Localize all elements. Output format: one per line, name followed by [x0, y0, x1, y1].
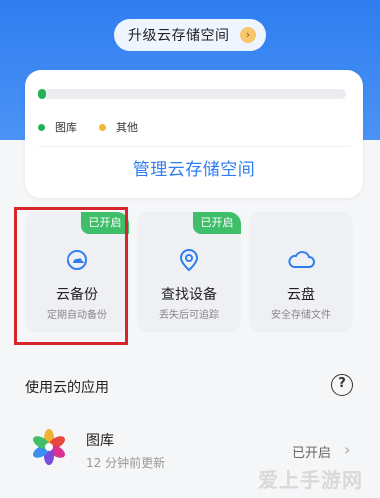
cloud-drive-icon	[249, 248, 353, 272]
storage-legend: 图库 其他	[38, 119, 138, 135]
manage-storage-link[interactable]: 管理云存储空间	[25, 155, 363, 180]
storage-usage-fill	[38, 89, 46, 99]
feature-subtitle: 丢失后可追踪	[159, 310, 219, 321]
storage-card: 图库 其他 管理云存储空间	[25, 70, 363, 198]
legend-dot-gallery	[38, 123, 45, 131]
legend-dot-other	[99, 123, 106, 131]
legend-item-other: 其他	[99, 119, 138, 135]
chevron-right-icon: ›	[344, 440, 351, 459]
status-badge: 已开启	[193, 212, 241, 234]
feature-title: 查找设备	[161, 287, 217, 303]
feature-title: 云盘	[287, 287, 315, 303]
gallery-app-icon	[30, 428, 68, 466]
card-divider	[38, 146, 350, 147]
storage-usage-bar	[38, 89, 346, 99]
watermark: 爱上手游网	[258, 468, 363, 492]
location-pin-icon	[137, 248, 241, 272]
chevron-right-icon: ›	[240, 27, 256, 43]
feature-subtitle: 安全存储文件	[271, 310, 331, 321]
feature-card-find-device[interactable]: 已开启 查找设备 丢失后可追踪	[137, 212, 241, 332]
legend-label-gallery: 图库	[55, 121, 77, 134]
upgrade-storage-button[interactable]: 升级云存储空间 ›	[114, 19, 266, 51]
section-title-cloud-apps: 使用云的应用	[25, 380, 109, 396]
feature-card-cloud-drive[interactable]: 云盘 安全存储文件	[249, 212, 353, 332]
app-name: 图库	[86, 433, 114, 449]
highlight-box	[14, 207, 128, 345]
legend-item-gallery: 图库	[38, 119, 77, 135]
upgrade-storage-label: 升级云存储空间	[128, 28, 230, 44]
app-status: 已开启	[292, 446, 332, 461]
help-icon[interactable]: ?	[331, 374, 353, 396]
app-updated-time: 12 分钟前更新	[86, 456, 166, 470]
legend-label-other: 其他	[116, 121, 138, 134]
